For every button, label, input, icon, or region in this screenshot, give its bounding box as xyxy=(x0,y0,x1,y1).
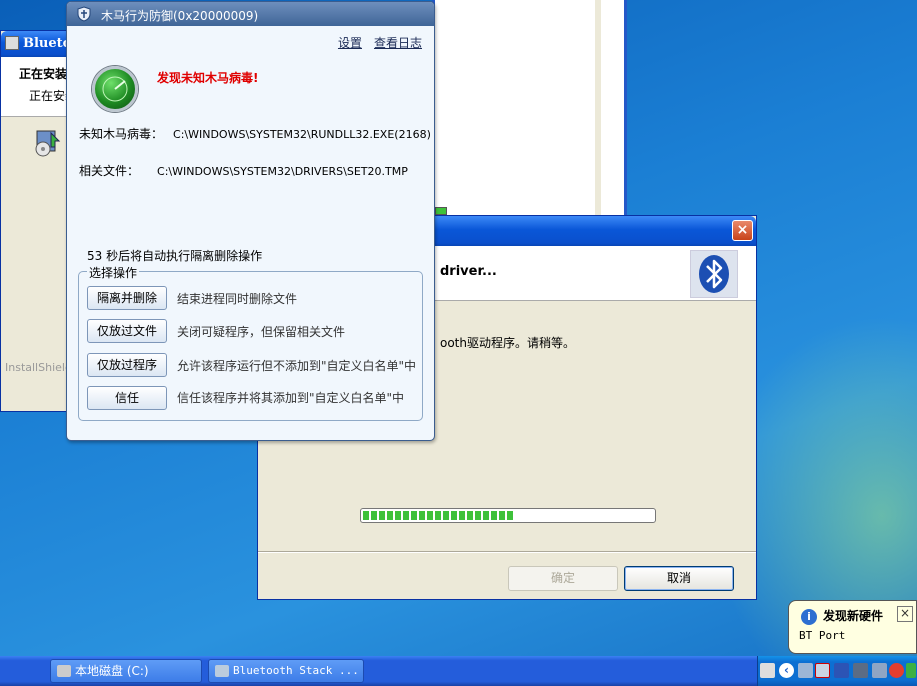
view-log-link[interactable]: 查看日志 xyxy=(374,34,422,51)
monitor-icon[interactable] xyxy=(872,663,887,678)
popup-titlebar[interactable]: 木马行为防御(0x20000009) xyxy=(67,2,434,26)
taskbar-item-local-disk[interactable]: 本地磁盘 (C:) xyxy=(50,659,202,683)
bluetooth-icon xyxy=(690,250,738,298)
ok-button[interactable]: 确定 xyxy=(508,566,618,591)
progress-segment xyxy=(411,511,417,520)
progress-segment xyxy=(507,511,513,520)
action-group-label: 选择操作 xyxy=(87,264,140,281)
balloon-title: 发现新硬件 xyxy=(823,609,884,623)
allow-file-only-button[interactable]: 仅放过文件 xyxy=(87,319,167,343)
taskbar-item-bluetooth-stack[interactable]: Bluetooth Stack ... xyxy=(208,659,364,683)
trojan-path: C:\WINDOWS\SYSTEM32\RUNDLL32.EXE(2168) xyxy=(173,128,431,141)
progress-segment xyxy=(371,511,377,520)
setup-package-icon xyxy=(35,130,61,157)
quarantine-delete-button[interactable]: 隔离并删除 xyxy=(87,286,167,310)
installer-app-icon xyxy=(5,36,19,50)
balloon-close-button[interactable]: × xyxy=(897,606,913,622)
info-icon: i xyxy=(801,609,817,625)
progress-segment xyxy=(435,511,441,520)
radar-icon xyxy=(92,66,138,112)
installer-heading: 正在安装 xyxy=(19,67,68,81)
close-button[interactable]: × xyxy=(732,220,753,241)
network-disconnected-icon[interactable] xyxy=(815,663,830,678)
install-progress-bar xyxy=(360,508,656,523)
new-hardware-balloon[interactable]: i 发现新硬件 × BT Port xyxy=(788,600,917,654)
allow-program-only-button[interactable]: 仅放过程序 xyxy=(87,353,167,377)
taskbar-item-label: 本地磁盘 (C:) xyxy=(75,664,149,678)
trojan-label: 未知木马病毒： xyxy=(79,127,164,141)
progress-segment xyxy=(379,511,385,520)
related-file-row: 相关文件： C:\WINDOWS\SYSTEM32\DRIVERS\SET20.T… xyxy=(79,162,408,179)
progress-segment xyxy=(451,511,457,520)
progress-segment xyxy=(387,511,393,520)
balloon-body: BT Port xyxy=(799,629,846,642)
cancel-button[interactable]: 取消 xyxy=(624,566,734,591)
checkbox-fragment xyxy=(435,207,447,215)
arrow-icon[interactable] xyxy=(906,663,916,678)
network-icon[interactable] xyxy=(798,663,813,678)
progress-segment xyxy=(403,511,409,520)
action-group: 选择操作 隔离并删除 结束进程同时删除文件 仅放过文件 关闭可疑程序，但保留相关… xyxy=(78,264,423,421)
progress-segment xyxy=(419,511,425,520)
install-message: ooth驱动程序。请稍等。 xyxy=(440,336,575,350)
threat-alert-text: 发现未知木马病毒! xyxy=(157,71,259,85)
background-window xyxy=(432,0,627,215)
progress-segment xyxy=(363,511,369,520)
dialog-heading: driver... xyxy=(440,264,497,279)
popup-title: 木马行为防御(0x20000009) xyxy=(101,9,259,23)
related-file-label: 相关文件： xyxy=(79,164,140,178)
taskbar: 本地磁盘 (C:) Bluetooth Stack ... ‹ xyxy=(0,656,917,686)
progress-segment xyxy=(459,511,465,520)
popup-links: 设置 查看日志 xyxy=(338,34,422,51)
progress-segment xyxy=(483,511,489,520)
progress-segment xyxy=(467,511,473,520)
option-description: 结束进程同时删除文件 xyxy=(177,292,298,306)
countdown-text: 53 秒后将自动执行隔离删除操作 xyxy=(87,249,263,263)
progress-segment xyxy=(395,511,401,520)
shield-icon xyxy=(77,6,91,22)
drive-icon xyxy=(57,665,71,677)
progress-segment xyxy=(443,511,449,520)
taskbar-item-label: Bluetooth Stack ... xyxy=(233,664,359,677)
bluetooth-tray-icon[interactable] xyxy=(853,663,868,678)
progress-segment xyxy=(499,511,505,520)
installshield-brand: InstallShield xyxy=(5,361,72,374)
system-tray: ‹ xyxy=(757,656,917,686)
option-description: 关闭可疑程序，但保留相关文件 xyxy=(177,325,346,339)
related-file-path: C:\WINDOWS\SYSTEM32\DRIVERS\SET20.TMP xyxy=(157,165,408,178)
trojan-defense-popup: 木马行为防御(0x20000009) 设置 查看日志 发现未知木马病毒! 未知木… xyxy=(66,1,435,441)
option-description: 信任该程序并将其添加到"自定义白名单"中 xyxy=(177,391,405,405)
wifi-icon[interactable] xyxy=(889,663,904,678)
trust-button[interactable]: 信任 xyxy=(87,386,167,410)
trojan-info-row: 未知木马病毒： C:\WINDOWS\SYSTEM32\RUNDLL32.EXE(… xyxy=(79,125,431,142)
settings-link[interactable]: 设置 xyxy=(338,34,362,51)
progress-segment xyxy=(475,511,481,520)
progress-segment xyxy=(427,511,433,520)
progress-segment xyxy=(491,511,497,520)
tray-expand-icon[interactable]: ‹ xyxy=(779,663,794,678)
keyboard-icon[interactable] xyxy=(760,663,775,678)
security-icon[interactable] xyxy=(834,663,849,678)
installer-icon xyxy=(215,665,229,677)
window-edge xyxy=(595,0,601,215)
dialog-separator xyxy=(258,551,756,553)
option-description: 允许该程序运行但不添加到"自定义白名单"中 xyxy=(177,359,417,373)
